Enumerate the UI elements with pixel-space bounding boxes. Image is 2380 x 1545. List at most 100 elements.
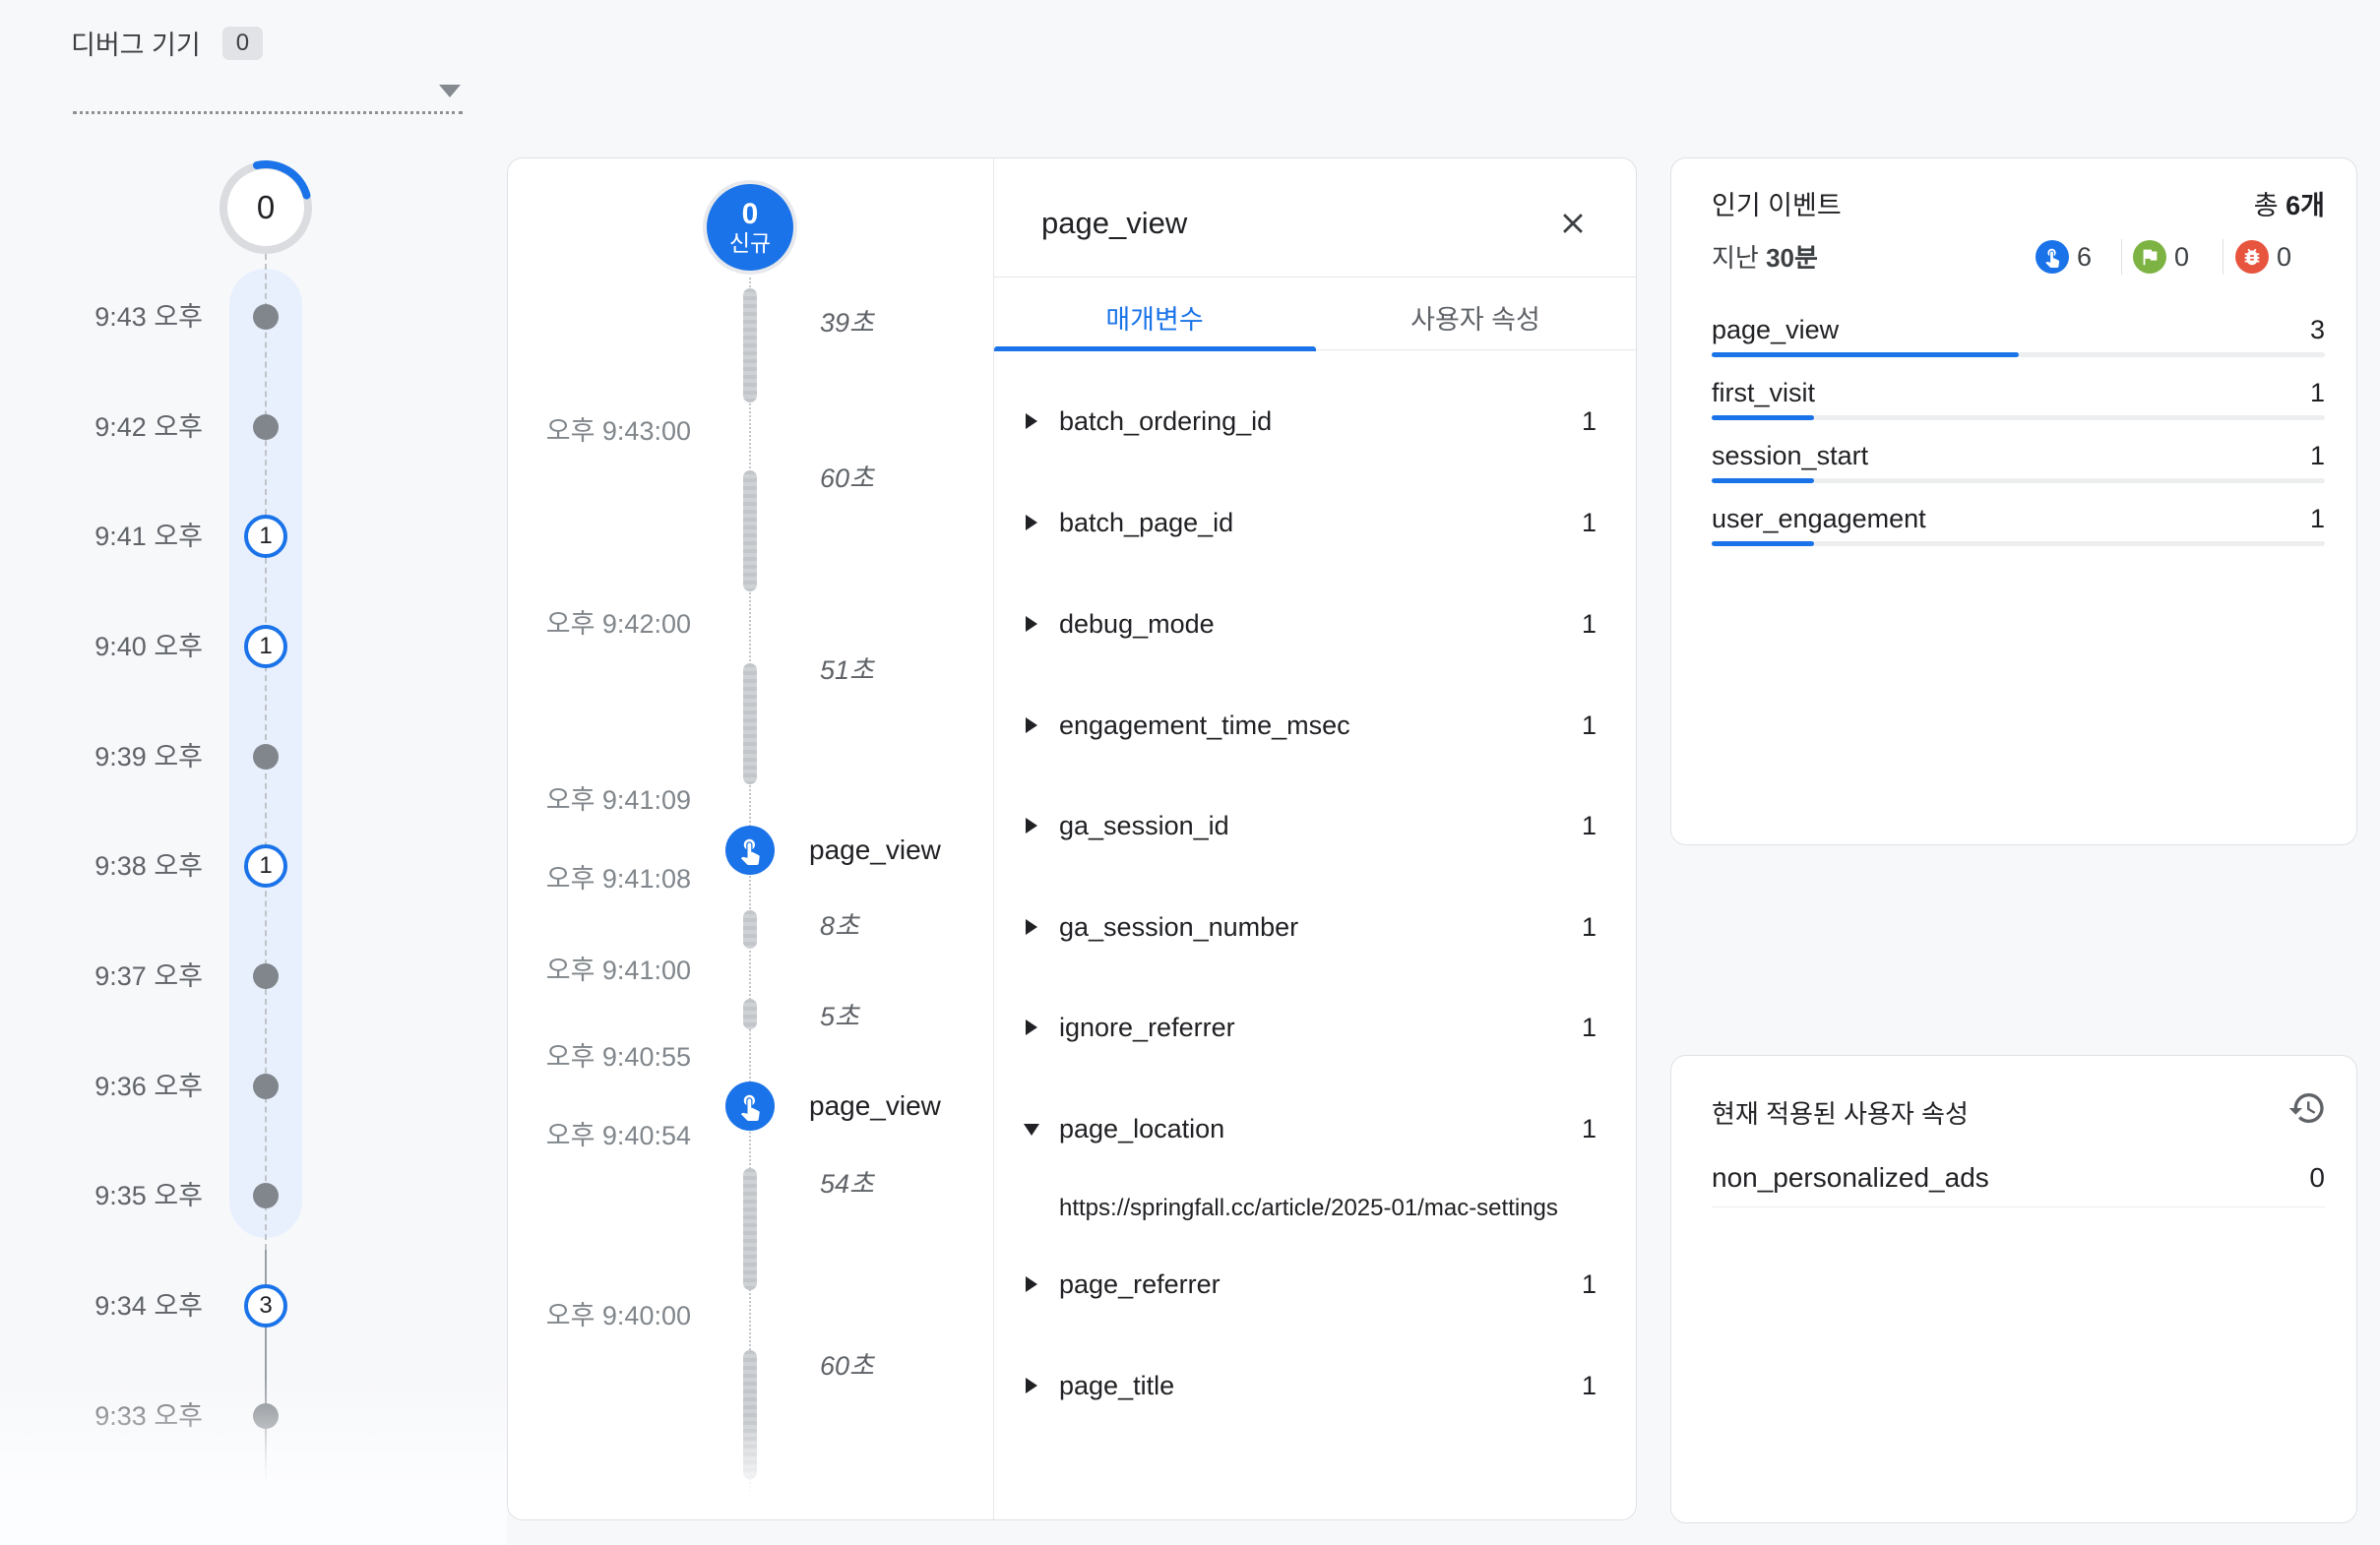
second-time-label: 오후 9:41:08: [522, 862, 691, 896]
parameter-name[interactable]: debug_mode: [1059, 606, 1215, 642]
minute-dot[interactable]: [253, 1074, 279, 1099]
tab-user-properties[interactable]: 사용자 속성: [1315, 287, 1636, 346]
second-time-label: 오후 9:42:00: [522, 607, 691, 641]
new-events-badge[interactable]: 0 신규: [703, 180, 797, 275]
tap-icon[interactable]: [725, 1082, 775, 1131]
minute-time-label: 9:36 오후: [39, 1070, 203, 1103]
top-events-window-value: 30분: [1766, 243, 1818, 273]
parameter-name[interactable]: ga_session_number: [1059, 909, 1298, 945]
parameter-name[interactable]: ignore_referrer: [1059, 1010, 1235, 1045]
top-events-window-prefix: 지난: [1712, 243, 1759, 273]
parameter-name[interactable]: ga_session_id: [1059, 808, 1229, 843]
collapse-triangle-icon[interactable]: [1024, 1124, 1039, 1136]
minute-time-label: 9:41 오후: [39, 520, 203, 553]
new-events-count: 0: [742, 199, 759, 230]
bug-icon[interactable]: [2235, 240, 2269, 274]
close-icon[interactable]: [1555, 207, 1591, 242]
second-time-label: 오후 9:41:00: [522, 954, 691, 987]
minute-time-label: 9:38 오후: [39, 849, 203, 883]
counter-value: 0: [2174, 240, 2214, 274]
parameter-count: 1: [1535, 505, 1597, 540]
minute-dot[interactable]: [253, 1514, 279, 1539]
minute-dot[interactable]: [253, 1183, 279, 1208]
tab-parameters[interactable]: 매개변수: [994, 287, 1315, 346]
minute-dot[interactable]: [253, 1403, 279, 1429]
expand-triangle-icon[interactable]: [1026, 717, 1037, 733]
parameter-name[interactable]: engagement_time_msec: [1059, 708, 1350, 743]
event-detail-title: page_view: [1041, 201, 1187, 246]
second-time-label: 오후 9:39:00: [522, 1491, 691, 1524]
top-events-total-prefix: 총: [2254, 191, 2279, 220]
minute-summary-circle[interactable]: 0: [217, 158, 315, 257]
expand-triangle-icon[interactable]: [1026, 1378, 1037, 1393]
new-events-label: 신규: [729, 230, 771, 256]
second-time-label: 오후 9:41:09: [522, 783, 691, 817]
top-event-count: 1: [2264, 438, 2325, 473]
elapsed-segment: [743, 470, 757, 591]
counter-value: 0: [2277, 240, 2316, 274]
minute-dot[interactable]: [253, 304, 279, 330]
chevron-down-icon: [439, 85, 461, 97]
user-property-count: 0: [2264, 1160, 2325, 1196]
top-event-name[interactable]: first_visit: [1712, 375, 1815, 410]
minute-event-badge[interactable]: 1: [244, 515, 287, 558]
elapsed-segment: [743, 1350, 757, 1479]
parameter-name[interactable]: batch_ordering_id: [1059, 403, 1272, 439]
parameter-name[interactable]: page_location: [1059, 1111, 1224, 1146]
parameter-name[interactable]: batch_page_id: [1059, 505, 1233, 540]
history-icon[interactable]: [2287, 1088, 2327, 1128]
minute-event-badge[interactable]: 1: [244, 844, 287, 888]
parameter-value: https://springfall.cc/article/2025-01/ma…: [1059, 1192, 1636, 1225]
parameter-count: 1: [1535, 403, 1597, 439]
minute-time-label: 9:34 오후: [39, 1289, 203, 1323]
expand-triangle-icon[interactable]: [1026, 818, 1037, 834]
timeline-event-name[interactable]: page_view: [809, 832, 941, 869]
expand-triangle-icon[interactable]: [1026, 1020, 1037, 1035]
minute-event-badge[interactable]: 1: [244, 625, 287, 668]
top-events-total-value: 6개: [2286, 191, 2325, 220]
minute-dot[interactable]: [253, 414, 279, 440]
top-event-bar-fill: [1712, 415, 1814, 420]
minute-time-label: 9:37 오후: [39, 959, 203, 993]
elapsed-segment: [743, 1168, 757, 1290]
parameter-name[interactable]: page_title: [1059, 1368, 1174, 1403]
timeline-event-name[interactable]: page_view: [809, 1087, 941, 1125]
tap-icon[interactable]: [2036, 240, 2069, 274]
elapsed-duration-label: 51초: [820, 653, 874, 687]
flag-icon[interactable]: [2133, 240, 2166, 274]
minute-event-badge[interactable]: 3: [244, 1284, 287, 1328]
parameter-count: 1: [1535, 708, 1597, 743]
second-time-label: 오후 9:40:55: [522, 1040, 691, 1074]
elapsed-duration-label: 8초: [820, 909, 859, 943]
parameter-name[interactable]: page_referrer: [1059, 1267, 1221, 1302]
second-time-label: 오후 9:40:54: [522, 1119, 691, 1152]
top-event-name[interactable]: page_view: [1712, 312, 1839, 347]
minute-time-label: 9:32 오후: [39, 1510, 203, 1543]
user-properties-title: 현재 적용된 사용자 속성: [1712, 1096, 1969, 1132]
expand-triangle-icon[interactable]: [1026, 515, 1037, 530]
second-time-label: 오후 9:40:00: [522, 1299, 691, 1332]
expand-triangle-icon[interactable]: [1026, 1276, 1037, 1292]
device-select-dropdown[interactable]: [73, 55, 463, 114]
parameter-count: 1: [1535, 808, 1597, 843]
top-event-name[interactable]: session_start: [1712, 438, 1868, 473]
parameter-count: 1: [1535, 1010, 1597, 1045]
elapsed-segment: [743, 663, 757, 784]
expand-triangle-icon[interactable]: [1026, 413, 1037, 429]
top-event-bar-track: [1712, 415, 2325, 420]
parameter-count: 1: [1535, 1368, 1597, 1403]
tap-icon[interactable]: [725, 826, 775, 875]
top-event-name[interactable]: user_engagement: [1712, 501, 1926, 536]
minute-time-label: 9:35 오후: [39, 1179, 203, 1212]
expand-triangle-icon[interactable]: [1026, 616, 1037, 632]
minute-time-label: 9:39 오후: [39, 740, 203, 773]
second-time-label: 오후 9:43:00: [522, 414, 691, 448]
counter-divider: [2121, 239, 2122, 275]
top-event-count: 1: [2264, 501, 2325, 536]
user-property-name: non_personalized_ads: [1712, 1160, 1989, 1196]
minute-dot[interactable]: [253, 744, 279, 770]
minute-dot[interactable]: [253, 963, 279, 989]
top-events-title: 인기 이벤트: [1712, 188, 1842, 223]
top-events-total: 총 6개: [2067, 188, 2325, 223]
expand-triangle-icon[interactable]: [1026, 919, 1037, 935]
